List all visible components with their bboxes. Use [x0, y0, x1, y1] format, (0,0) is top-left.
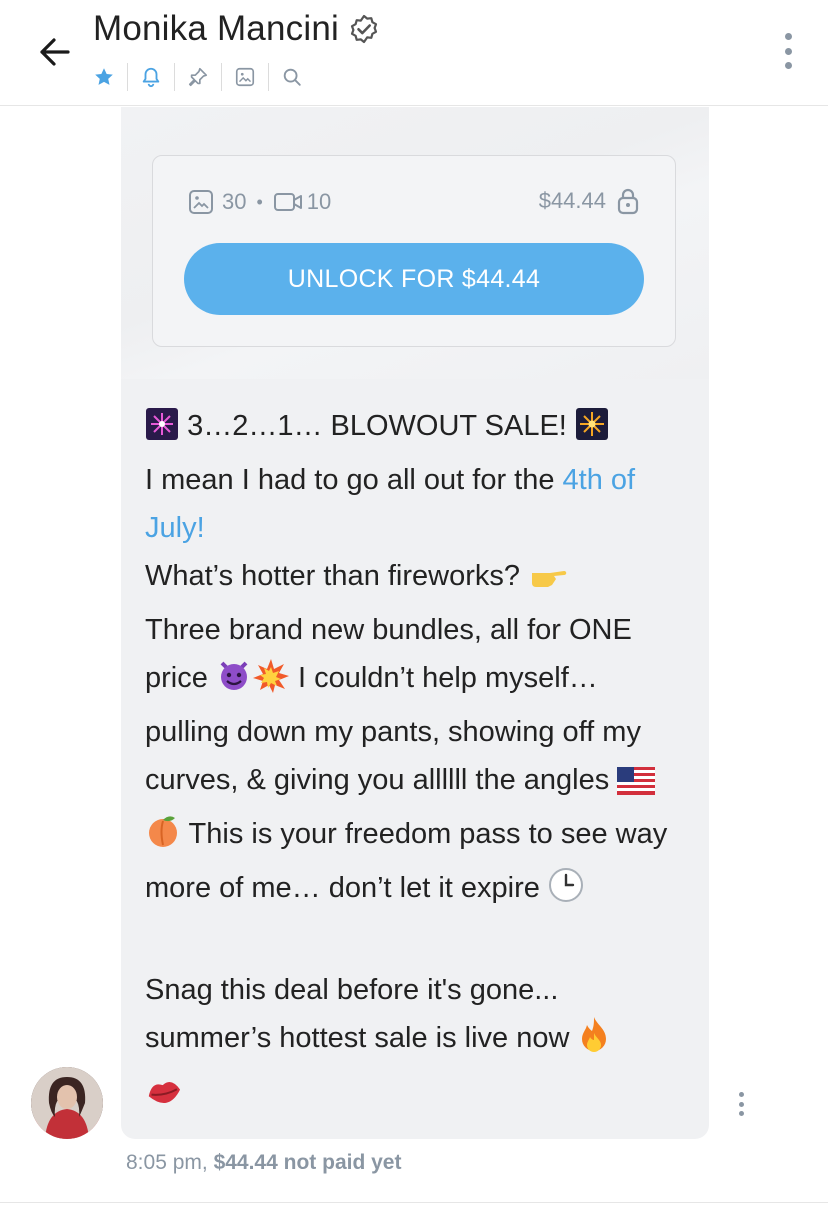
image-icon[interactable]	[233, 65, 257, 89]
photo-icon	[188, 189, 214, 215]
title-row: Monika Mancini	[93, 9, 379, 49]
verified-badge-icon	[349, 14, 379, 44]
divider	[0, 1202, 828, 1203]
media-counts: 30 • 10	[188, 189, 331, 215]
dot	[784, 62, 792, 69]
chat-title[interactable]: Monika Mancini	[93, 9, 339, 49]
dot	[784, 47, 792, 55]
firework-emoji-icon	[145, 407, 179, 456]
message-line: 3…2…1… BLOWOUT SALE!	[145, 402, 685, 456]
headline: 3…2…1… BLOWOUT SALE!	[187, 410, 567, 442]
avatar[interactable]	[31, 1067, 103, 1139]
message-time: 8:05 pm,	[126, 1151, 208, 1174]
clock-emoji-icon	[548, 867, 584, 918]
message-line: I mean I had to go all out for the 4th o…	[145, 456, 685, 552]
dot	[784, 33, 792, 40]
collision-emoji-icon	[252, 657, 290, 708]
star-icon[interactable]	[92, 65, 116, 89]
message-line: Snag this deal before it's gone... summe…	[145, 966, 685, 1122]
text-segment: I mean I had to go all out for the	[145, 464, 563, 496]
back-button[interactable]	[34, 32, 74, 72]
locked-media-card: 30 • 10 $44.44 UNLOCK FOR $44.44	[152, 155, 676, 347]
arrow-left-icon	[40, 38, 70, 66]
video-icon	[273, 191, 303, 213]
kiss-mark-emoji-icon	[145, 1074, 183, 1122]
more-options-button[interactable]	[778, 33, 798, 69]
media-price: $44.44	[539, 187, 640, 215]
dot	[738, 1111, 744, 1116]
video-count: 10	[306, 189, 332, 214]
message-bubble: 30 • 10 $44.44 UNLOCK FOR $44.44 3…2…1… …	[121, 107, 709, 1139]
message-options-button[interactable]	[736, 1092, 746, 1116]
divider	[127, 63, 128, 91]
message-line: Three brand new bundles, all for ONE pri…	[145, 606, 685, 918]
unlock-button[interactable]: UNLOCK FOR $44.44	[184, 243, 644, 315]
message-text: 3…2…1… BLOWOUT SALE! I mean I had to go …	[145, 402, 685, 1122]
text-segment: What’s hotter than fireworks?	[145, 560, 529, 592]
dot	[738, 1101, 744, 1107]
divider	[268, 63, 269, 91]
us-flag-emoji-icon	[617, 762, 656, 810]
photo-count: 30	[222, 189, 247, 214]
avatar-image	[31, 1067, 103, 1139]
text-segment: This is your freedom pass to see way mor…	[145, 818, 668, 904]
message-line: What’s hotter than fireworks?	[145, 552, 685, 606]
divider	[174, 63, 175, 91]
locked-media-area: 30 • 10 $44.44 UNLOCK FOR $44.44	[121, 107, 709, 379]
devil-emoji-icon	[216, 657, 252, 708]
text-segment: Snag this deal before it's gone... summe…	[145, 974, 578, 1054]
fireworks-emoji-icon	[575, 407, 609, 456]
chat-header: Monika Mancini	[0, 0, 828, 106]
dot	[738, 1092, 744, 1097]
price-label: $44.44	[538, 188, 606, 213]
lock-icon	[616, 187, 640, 215]
bell-icon[interactable]	[139, 65, 163, 89]
message-meta: 8:05 pm, $44.44 not paid yet	[126, 1151, 401, 1175]
fire-emoji-icon	[577, 1015, 611, 1068]
search-icon[interactable]	[280, 65, 304, 89]
price-status: $44.44	[213, 1151, 278, 1174]
chat-actions	[92, 62, 304, 92]
separator-dot: •	[256, 191, 263, 212]
divider	[221, 63, 222, 91]
pin-icon[interactable]	[186, 65, 210, 89]
pointing-hand-emoji-icon	[528, 558, 570, 606]
peach-emoji-icon	[145, 813, 181, 864]
payment-status: not paid yet	[283, 1151, 402, 1174]
